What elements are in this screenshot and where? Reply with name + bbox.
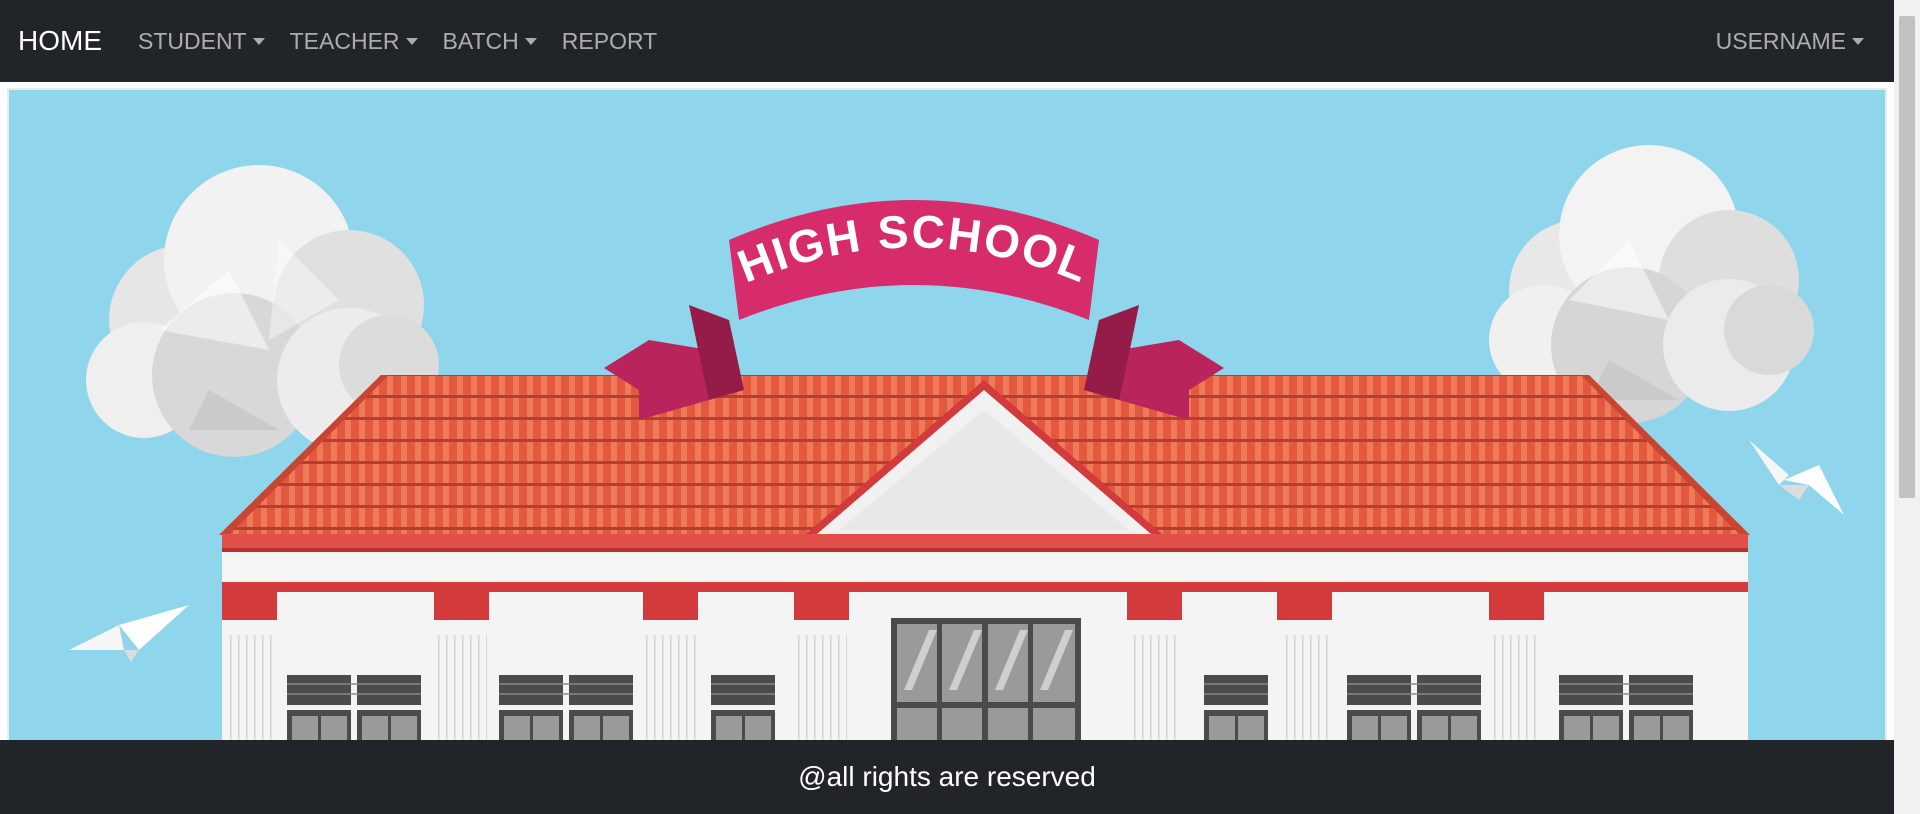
vertical-scrollbar[interactable] xyxy=(1894,0,1920,814)
caret-down-icon xyxy=(524,37,537,45)
footer: @all rights are reserved xyxy=(0,740,1894,814)
caret-down-icon xyxy=(252,37,265,45)
school-illustration: HIGH SCHOOL xyxy=(9,90,1885,750)
nav-teacher-dropdown[interactable]: TEACHER xyxy=(290,28,418,55)
user-menu-dropdown[interactable]: USERNAME xyxy=(1716,28,1864,55)
footer-copyright: @all rights are reserved xyxy=(798,761,1096,792)
nav-report-label: REPORT xyxy=(561,27,658,54)
top-navbar: HOME STUDENT TEACHER BATCH REPORT USERNA… xyxy=(0,0,1894,82)
nav-student-dropdown[interactable]: STUDENT xyxy=(138,28,265,55)
nav-report-link[interactable]: REPORT xyxy=(562,28,657,55)
hero-image: HIGH SCHOOL xyxy=(7,88,1887,752)
caret-down-icon xyxy=(1852,37,1864,45)
nav-teacher-label: TEACHER xyxy=(289,27,400,54)
scrollbar-thumb[interactable] xyxy=(1899,16,1915,498)
nav-student-label: STUDENT xyxy=(138,27,247,54)
home-link[interactable]: HOME xyxy=(18,25,102,57)
nav-batch-label: BATCH xyxy=(442,27,519,54)
username-label: USERNAME xyxy=(1715,27,1846,54)
main-entrance xyxy=(891,618,1081,750)
caret-down-icon xyxy=(405,37,418,45)
page: HOME STUDENT TEACHER BATCH REPORT USERNA… xyxy=(0,0,1920,814)
nav-batch-dropdown[interactable]: BATCH xyxy=(443,28,537,55)
